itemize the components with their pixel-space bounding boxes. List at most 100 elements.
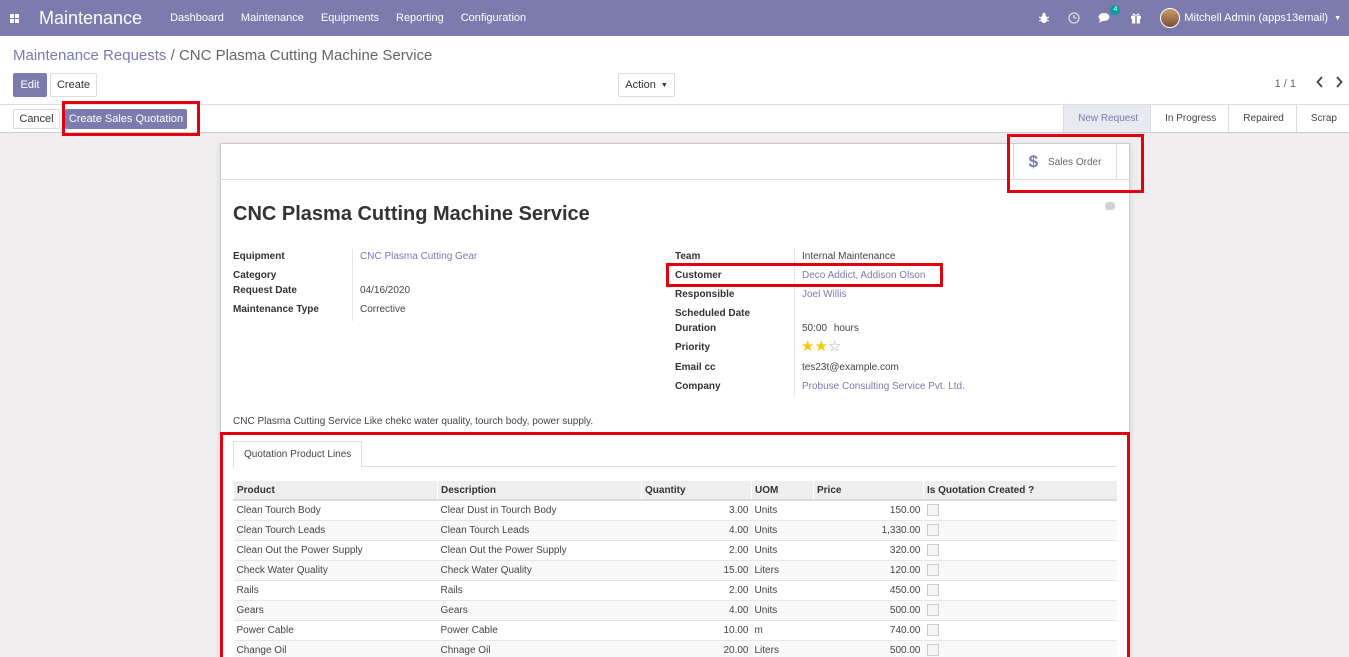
table-row[interactable]: Clean Tourch Leads Clean Tourch Leads 4.00…	[233, 519, 1117, 540]
quotation-created-checkbox[interactable]	[926, 604, 939, 616]
cell-quantity: 4.00	[641, 519, 752, 540]
table-row[interactable]: Clean Tourch Body Clear Dust in Tourch Bo…	[233, 499, 1117, 520]
menu-configuration[interactable]: Configuration	[461, 12, 526, 24]
pager-previous-icon[interactable]	[1316, 76, 1324, 91]
cell-is-quotation-created	[923, 539, 1117, 560]
action-dropdown[interactable]: Action ▼	[618, 73, 675, 97]
chevron-down-icon[interactable]: ▼	[1334, 15, 1341, 22]
request-date-label: Request Date	[233, 285, 297, 296]
clock-icon[interactable]	[1068, 12, 1081, 24]
table-row[interactable]: Rails Rails 2.00 Units 450.00	[233, 579, 1117, 600]
duration-value: 50:00	[802, 323, 828, 334]
menu-reporting[interactable]: Reporting	[396, 12, 444, 24]
customer-value[interactable]: Deco Addict, Addison Olson	[802, 270, 925, 281]
column-description[interactable]: Description	[437, 481, 642, 501]
quotation-created-checkbox[interactable]	[926, 544, 939, 556]
stage-repaired[interactable]: Repaired	[1228, 105, 1296, 132]
cell-product: Check Water Quality	[233, 559, 438, 580]
quotation-created-checkbox[interactable]	[926, 564, 939, 576]
create-button[interactable]: Create	[50, 73, 97, 97]
cell-description: Gears	[437, 599, 642, 620]
right-group-divider	[794, 249, 795, 397]
user-avatar[interactable]	[1160, 8, 1181, 28]
stage-pipeline: New Request In Progress Repaired Scrap	[1063, 105, 1349, 132]
table-row[interactable]: Power Cable Power Cable 10.00 m 740.00	[233, 619, 1117, 640]
quotation-created-checkbox[interactable]	[926, 624, 939, 636]
maintenance-type-value: Corrective	[360, 304, 406, 315]
quotation-created-checkbox[interactable]	[926, 584, 939, 596]
column-price[interactable]: Price	[813, 481, 924, 501]
column-uom[interactable]: UOM	[751, 481, 814, 501]
stage-in-progress[interactable]: In Progress	[1150, 105, 1228, 132]
responsible-label: Responsible	[675, 289, 735, 300]
cell-uom: Units	[751, 539, 814, 560]
cell-is-quotation-created	[923, 559, 1117, 580]
team-label: Team	[675, 251, 701, 262]
kanban-state-icon[interactable]	[1105, 202, 1115, 210]
cell-uom: Liters	[751, 639, 814, 657]
cell-description: Rails	[437, 579, 642, 600]
table-row[interactable]: Change Oil Chnage Oil 20.00 Liters 500.00	[233, 639, 1117, 657]
user-name[interactable]: Mitchell Admin (apps13email)	[1184, 12, 1328, 24]
column-is-quotation-created[interactable]: Is Quotation Created ?	[923, 481, 1117, 501]
table-header-row: Product Description Quantity UOM Price I…	[233, 481, 1117, 501]
cell-description: Chnage Oil	[437, 639, 642, 657]
cell-quantity: 2.00	[641, 539, 752, 560]
form-sheet: $ Sales Order CNC Plasma Cutting Machine…	[220, 143, 1130, 657]
quotation-lines-table: Product Description Quantity UOM Price I…	[233, 481, 1117, 657]
app-name[interactable]: Maintenance	[39, 8, 142, 29]
menu-equipments[interactable]: Equipments	[321, 12, 379, 24]
bug-icon[interactable]	[1038, 12, 1050, 24]
sales-order-smart-button[interactable]: $ Sales Order	[1013, 144, 1117, 180]
quotation-created-checkbox[interactable]	[926, 504, 939, 517]
column-product[interactable]: Product	[233, 481, 438, 501]
tab-quotation-product-lines[interactable]: Quotation Product Lines	[233, 441, 363, 468]
cancel-button[interactable]: Cancel	[13, 109, 60, 129]
cell-product: Gears	[233, 599, 438, 620]
cell-product: Clean Tourch Body	[233, 499, 438, 520]
gift-icon[interactable]	[1130, 12, 1142, 24]
edit-button[interactable]: Edit	[13, 73, 47, 97]
apps-menu-icon[interactable]	[1, 0, 27, 36]
cell-product: Clean Out the Power Supply	[233, 539, 438, 560]
cell-is-quotation-created	[923, 519, 1117, 540]
sales-order-label: Sales Order	[1048, 156, 1102, 168]
quotation-created-checkbox[interactable]	[926, 524, 939, 536]
priority-star-icon[interactable]: ★	[801, 338, 814, 355]
table-row[interactable]: Gears Gears 4.00 Units 500.00	[233, 599, 1117, 620]
cell-is-quotation-created	[923, 619, 1117, 640]
messages-icon[interactable]: 4	[1098, 5, 1121, 24]
cell-price: 120.00	[813, 559, 924, 580]
cell-description: Power Cable	[437, 619, 642, 640]
cell-uom: Liters	[751, 559, 814, 580]
cell-price: 320.00	[813, 539, 924, 560]
priority-star-icon[interactable]: ★	[814, 338, 827, 355]
pager-value[interactable]: 1 / 1	[1275, 78, 1296, 90]
column-quantity[interactable]: Quantity	[641, 481, 752, 501]
duration-field: 50:00 hours	[802, 323, 859, 334]
pager-next-icon[interactable]	[1335, 76, 1343, 91]
equipment-value[interactable]: CNC Plasma Cutting Gear	[360, 251, 477, 262]
table-row[interactable]: Check Water Quality Check Water Quality 15…	[233, 559, 1117, 580]
record-title: CNC Plasma Cutting Machine Service	[233, 203, 590, 225]
scheduled-date-label: Scheduled Date	[675, 308, 751, 319]
menu-dashboard[interactable]: Dashboard	[170, 12, 224, 24]
cell-description: Clean Tourch Leads	[437, 519, 642, 540]
responsible-value[interactable]: Joel Willis	[802, 289, 846, 300]
menu-maintenance[interactable]: Maintenance	[241, 12, 304, 24]
stage-scrap[interactable]: Scrap	[1295, 105, 1349, 132]
cell-description: Check Water Quality	[437, 559, 642, 580]
priority-widget: ★★☆	[801, 339, 841, 354]
table-row[interactable]: Clean Out the Power Supply Clean Out the …	[233, 539, 1117, 560]
priority-label: Priority	[675, 342, 711, 353]
quotation-created-checkbox[interactable]	[926, 644, 939, 657]
create-sales-quotation-button[interactable]: Create Sales Quotation	[65, 109, 187, 129]
priority-star-icon[interactable]: ☆	[828, 338, 841, 355]
stage-new-request[interactable]: New Request	[1063, 105, 1151, 132]
request-date-value: 04/16/2020	[360, 285, 411, 296]
cell-product: Rails	[233, 579, 438, 600]
breadcrumb-parent[interactable]: Maintenance Requests	[13, 47, 166, 64]
duration-label: Duration	[675, 323, 717, 334]
cell-quantity: 2.00	[641, 579, 752, 600]
company-value[interactable]: Probuse Consulting Service Pvt. Ltd.	[802, 381, 965, 392]
